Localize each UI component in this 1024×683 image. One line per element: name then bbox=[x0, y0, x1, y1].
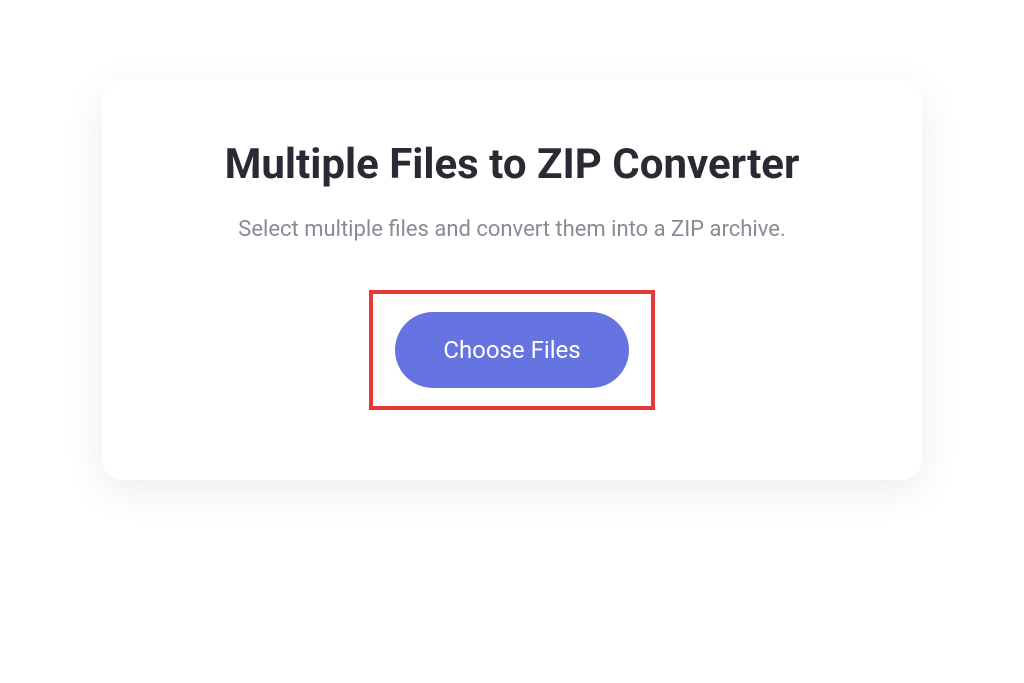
card-subtitle: Select multiple files and convert them i… bbox=[152, 217, 872, 242]
card-title: Multiple Files to ZIP Converter bbox=[152, 140, 872, 189]
converter-card: Multiple Files to ZIP Converter Select m… bbox=[102, 80, 922, 480]
highlight-annotation: Choose Files bbox=[369, 290, 654, 410]
choose-files-button[interactable]: Choose Files bbox=[395, 312, 628, 388]
